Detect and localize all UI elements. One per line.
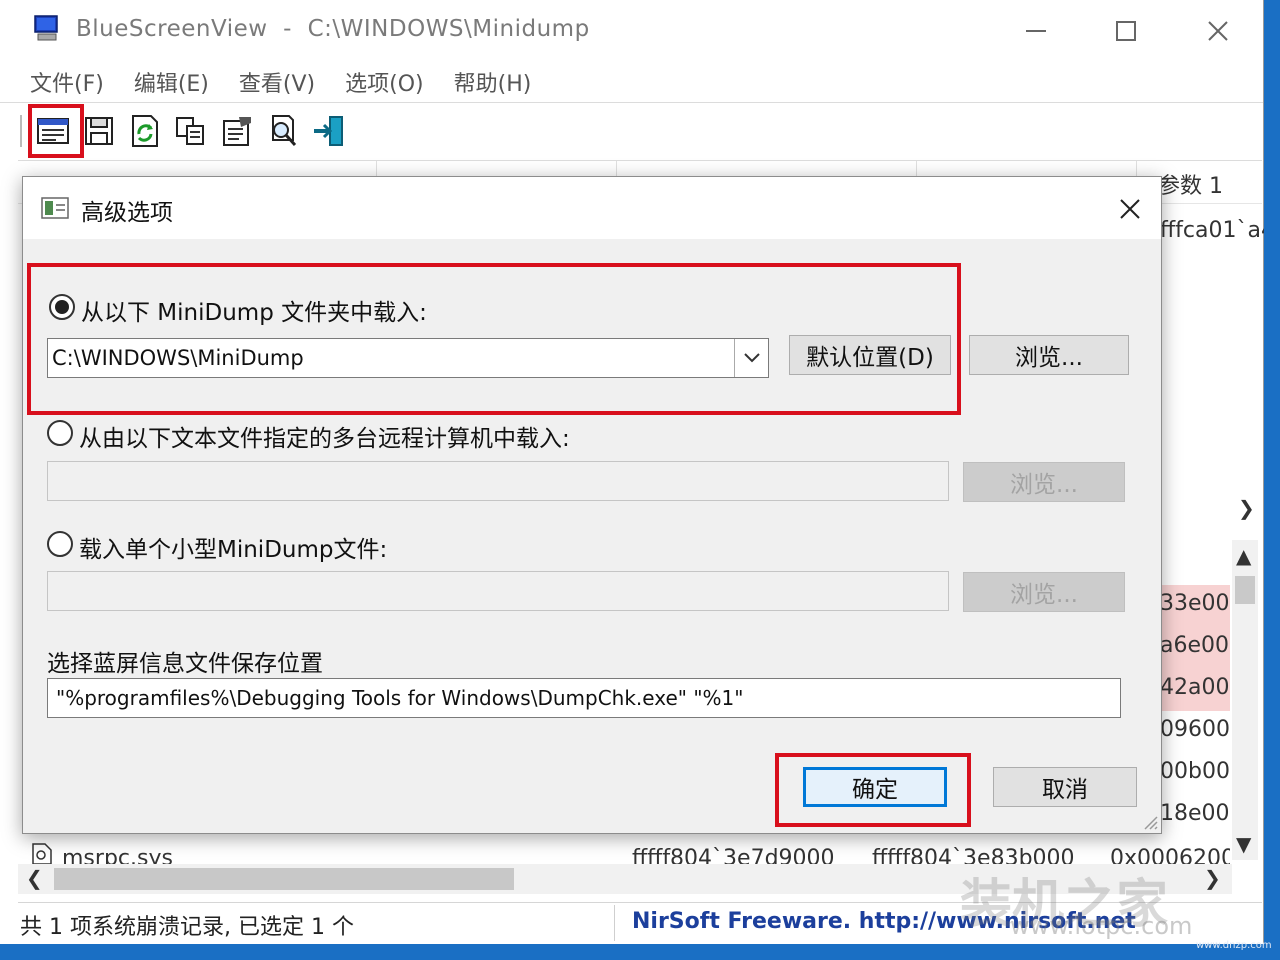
- dialog-title-bar: 高级选项: [23, 177, 1161, 239]
- maximize-icon: [1116, 21, 1136, 41]
- minidump-folder-combobox[interactable]: [47, 338, 769, 378]
- lower-pane: 33e00 a6e00 42a00 09600 00b00 18e00: [1160, 585, 1230, 845]
- close-button[interactable]: [1188, 10, 1248, 52]
- menu-options[interactable]: 选项(O): [333, 62, 435, 102]
- window-title: BlueScreenView - C:\WINDOWS\Minidump: [76, 16, 590, 42]
- save-location-label: 选择蓝屏信息文件保存位置: [47, 651, 323, 677]
- save-button[interactable]: [80, 111, 118, 151]
- advanced-options-icon: [37, 118, 69, 144]
- properties-icon: [223, 117, 251, 146]
- exit-icon: [314, 116, 343, 146]
- advanced-options-dialog: 高级选项 从以下 MiniDump 文件夹中载入: 默认位置(D) 浏览... …: [22, 176, 1162, 834]
- list-cell: msrpc.sys: [62, 846, 173, 864]
- minidump-folder-input[interactable]: [52, 343, 732, 373]
- save-icon: [85, 117, 113, 145]
- refresh-icon: [132, 115, 158, 147]
- lower-cell: 00b00: [1160, 759, 1230, 784]
- properties-button[interactable]: [218, 111, 256, 151]
- cancel-button[interactable]: 取消: [993, 767, 1137, 807]
- close-icon: [1208, 21, 1228, 41]
- radio-minidump-folder[interactable]: [49, 294, 75, 320]
- default-location-button[interactable]: 默认位置(D): [789, 335, 951, 375]
- lower-cell: 42a00: [1160, 675, 1230, 700]
- save-location-input[interactable]: [47, 678, 1121, 718]
- dialog-app-icon: [41, 197, 69, 219]
- remote-computers-input[interactable]: [47, 461, 949, 501]
- maximize-button[interactable]: [1096, 10, 1156, 52]
- browse-folder-button[interactable]: 浏览...: [969, 335, 1129, 375]
- radio-remote-computers[interactable]: [47, 420, 73, 446]
- radio-single-minidump-label[interactable]: 载入单个小型MiniDump文件:: [79, 530, 387, 564]
- radio-single-minidump[interactable]: [47, 531, 73, 557]
- chevron-down-icon: [743, 353, 760, 363]
- scroll-left-icon[interactable]: ❮: [26, 866, 43, 890]
- status-divider: [614, 905, 615, 941]
- watermark-corner: www.dnzp.com: [1196, 940, 1272, 951]
- toolbar-separator: [20, 115, 22, 147]
- toolbar: [0, 102, 1263, 158]
- list-cell: fffff804`3e7d9000: [632, 846, 835, 864]
- ok-button[interactable]: 确定: [803, 767, 947, 807]
- lower-cell: 18e00: [1160, 801, 1230, 826]
- browse-file-button[interactable]: 浏览...: [963, 572, 1125, 612]
- app-icon: [34, 15, 58, 41]
- radio-minidump-folder-label[interactable]: 从以下 MiniDump 文件夹中载入:: [81, 293, 427, 327]
- menu-bar: 文件(F) 编辑(E) 查看(V) 选项(O) 帮助(H): [0, 62, 1263, 102]
- copy-icon: [176, 117, 204, 145]
- vertical-scroll-thumb[interactable]: [1235, 576, 1255, 604]
- find-button[interactable]: [264, 111, 302, 151]
- dialog-title: 高级选项: [81, 200, 173, 226]
- scroll-down-icon[interactable]: ▼: [1236, 832, 1251, 856]
- copy-button[interactable]: [172, 111, 210, 151]
- close-icon: [1120, 199, 1140, 219]
- watermark-url: www.lotpc.com: [1010, 912, 1193, 940]
- radio-remote-computers-label[interactable]: 从由以下文本文件指定的多台远程计算机中载入:: [79, 419, 570, 453]
- scroll-right-icon[interactable]: ❯: [1204, 866, 1221, 890]
- dialog-close-button[interactable]: [1109, 189, 1151, 229]
- combo-dropdown-button[interactable]: [734, 339, 768, 377]
- single-minidump-input[interactable]: [47, 571, 949, 611]
- find-icon: [272, 115, 297, 147]
- scroll-right-icon[interactable]: ❯: [1238, 496, 1255, 520]
- scroll-up-icon[interactable]: ▲: [1236, 544, 1251, 568]
- advanced-options-button[interactable]: [34, 111, 72, 151]
- menu-file[interactable]: 文件(F): [18, 62, 116, 102]
- lower-cell: a6e00: [1160, 633, 1230, 658]
- minimize-icon: [1026, 30, 1046, 32]
- column-header-param1[interactable]: 参数 1: [1158, 168, 1223, 200]
- refresh-button[interactable]: [126, 111, 164, 151]
- lower-cell: 09600: [1160, 717, 1230, 742]
- menu-view[interactable]: 查看(V): [227, 62, 327, 102]
- file-icon: [32, 843, 52, 864]
- exit-button[interactable]: [310, 111, 348, 151]
- list-cell: fffca01`a4: [1160, 218, 1264, 243]
- resize-grip-icon[interactable]: [1141, 813, 1159, 831]
- menu-edit[interactable]: 编辑(E): [122, 62, 221, 102]
- status-summary: 共 1 项系统崩溃记录, 已选定 1 个: [20, 915, 354, 940]
- title-bar: BlueScreenView - C:\WINDOWS\Minidump: [0, 0, 1263, 62]
- horizontal-scroll-thumb[interactable]: [54, 868, 514, 890]
- minimize-button[interactable]: [1006, 10, 1066, 52]
- menu-help[interactable]: 帮助(H): [442, 62, 544, 102]
- vertical-scrollbar[interactable]: ▲ ▼: [1232, 540, 1258, 860]
- lower-cell: 33e00: [1160, 591, 1230, 616]
- browse-remote-button[interactable]: 浏览...: [963, 462, 1125, 502]
